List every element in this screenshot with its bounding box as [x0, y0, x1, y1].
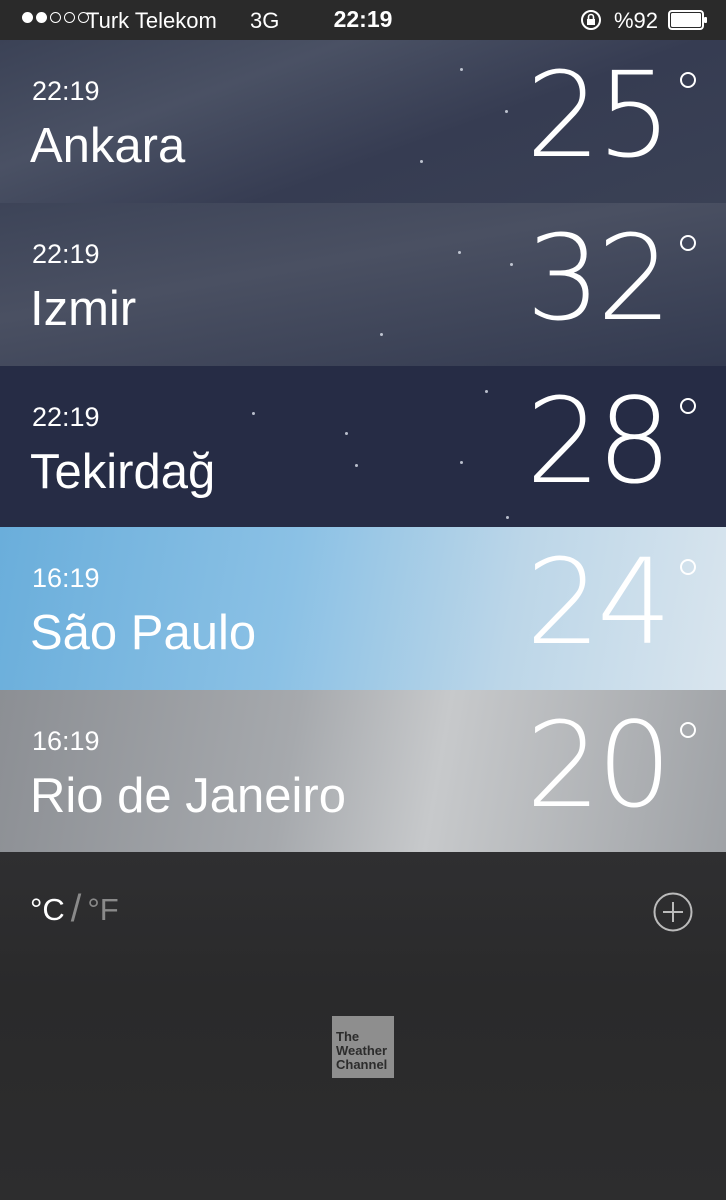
battery-icon — [668, 10, 707, 30]
city-row-tekirdag[interactable]: 22:19 Tekirdağ 28 — [0, 366, 726, 529]
city-local-time: 22:19 — [32, 76, 100, 106]
weather-channel-logo[interactable]: The Weather Channel — [332, 1016, 394, 1078]
city-temperature: 32 — [525, 209, 672, 347]
city-temperature: 24 — [525, 533, 672, 671]
degree-symbol — [680, 398, 696, 414]
network-type: 3G — [250, 8, 280, 33]
city-temperature: 20 — [525, 696, 672, 834]
degree-symbol — [680, 722, 696, 738]
city-name: Rio de Janeiro — [30, 769, 346, 823]
add-city-icon[interactable] — [653, 892, 693, 932]
city-temperature: 28 — [525, 372, 672, 510]
city-name: Tekirdağ — [30, 445, 216, 499]
city-name: Izmir — [30, 282, 137, 336]
fahrenheit-option[interactable]: °F — [87, 892, 118, 928]
city-name: São Paulo — [30, 606, 257, 660]
status-bar: Turk Telekom 3G 22:19 %92 — [0, 0, 726, 40]
city-local-time: 22:19 — [32, 239, 100, 269]
carrier-name: Turk Telekom — [86, 8, 217, 33]
unit-toggle[interactable]: °C / °F — [30, 888, 119, 931]
city-temperature: 25 — [525, 46, 672, 184]
city-row-sao-paulo[interactable]: 16:19 São Paulo 24 — [0, 527, 726, 690]
city-local-time: 16:19 — [32, 726, 100, 756]
unit-separator: / — [70, 888, 82, 930]
degree-symbol — [680, 72, 696, 88]
signal-strength-icon — [22, 12, 89, 23]
city-row-izmir[interactable]: 22:19 Izmir 32 — [0, 203, 726, 366]
degree-symbol — [680, 559, 696, 575]
degree-symbol — [680, 235, 696, 251]
rotation-lock-icon — [580, 9, 602, 37]
city-row-rio-de-janeiro[interactable]: 16:19 Rio de Janeiro 20 — [0, 690, 726, 853]
celsius-option[interactable]: °C — [30, 892, 65, 928]
city-row-ankara[interactable]: 22:19 Ankara 25 — [0, 40, 726, 203]
city-name: Ankara — [30, 119, 186, 173]
city-local-time: 22:19 — [32, 402, 100, 432]
battery-percentage: %92 — [614, 8, 659, 33]
city-local-time: 16:19 — [32, 563, 100, 593]
